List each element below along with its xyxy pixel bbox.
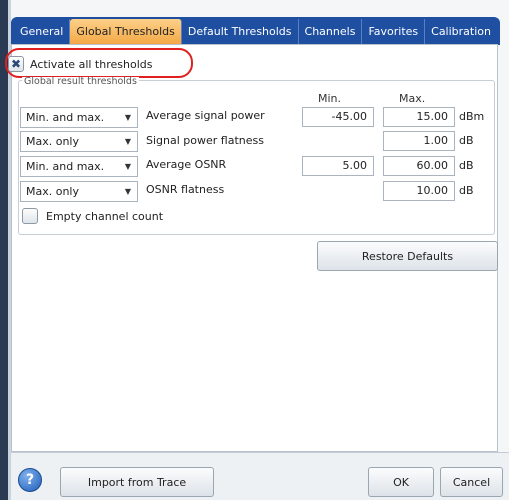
- unit-average-osnr: dB: [459, 159, 474, 172]
- unit-signal-power-flatness: dB: [459, 134, 474, 147]
- activate-all-row[interactable]: ✖ Activate all thresholds: [8, 55, 152, 73]
- ok-button[interactable]: OK: [368, 467, 434, 497]
- empty-channel-count-label: Empty channel count: [46, 209, 164, 223]
- mode-select-average-signal-power[interactable]: Min. and max. ▼: [20, 107, 138, 128]
- min-input-average-osnr[interactable]: 5.00: [302, 156, 374, 176]
- mode-select-signal-power-flatness[interactable]: Max. only ▼: [20, 131, 138, 152]
- import-from-trace-button[interactable]: Import from Trace: [60, 467, 214, 497]
- unit-osnr-flatness: dB: [459, 184, 474, 197]
- column-header-min: Min.: [318, 92, 342, 105]
- cancel-button[interactable]: Cancel: [440, 467, 503, 497]
- chevron-down-icon: ▼: [124, 137, 131, 146]
- tab-channels[interactable]: Channels: [299, 19, 363, 45]
- mode-select-osnr-flatness[interactable]: Max. only ▼: [20, 181, 138, 202]
- max-input-osnr-flatness[interactable]: 10.00: [383, 181, 455, 201]
- tab-calibration[interactable]: Calibration: [425, 19, 497, 45]
- chevron-down-icon: ▼: [124, 162, 131, 171]
- group-title: Global result thresholds: [22, 76, 139, 87]
- tab-bar: General Global Thresholds Default Thresh…: [11, 17, 500, 45]
- tab-general[interactable]: General: [14, 19, 71, 45]
- window-frame-left: [0, 0, 8, 500]
- row-label-average-osnr: Average OSNR: [146, 158, 227, 171]
- max-input-signal-power-flatness[interactable]: 1.00: [383, 131, 455, 151]
- chevron-down-icon: ▼: [124, 187, 131, 196]
- tab-favorites[interactable]: Favorites: [362, 19, 426, 45]
- unit-average-signal-power: dBm: [459, 110, 485, 123]
- restore-defaults-button[interactable]: Restore Defaults: [317, 241, 498, 271]
- empty-channel-count-checkbox[interactable]: [22, 208, 38, 224]
- checkmark-x-icon: ✖: [10, 57, 22, 71]
- tab-global-thresholds[interactable]: Global Thresholds: [70, 19, 182, 45]
- empty-channel-count-row[interactable]: Empty channel count: [22, 208, 163, 224]
- activate-all-label: Activate all thresholds: [30, 57, 153, 71]
- help-icon[interactable]: ?: [18, 468, 42, 492]
- activate-all-checkbox[interactable]: ✖: [8, 56, 24, 72]
- max-input-average-signal-power[interactable]: 15.00: [383, 107, 455, 127]
- tab-default-thresholds[interactable]: Default Thresholds: [182, 19, 299, 45]
- row-label-average-signal-power: Average signal power: [146, 109, 265, 122]
- row-label-osnr-flatness: OSNR flatness: [146, 183, 225, 196]
- row-label-signal-power-flatness: Signal power flatness: [146, 134, 264, 147]
- mode-select-average-osnr[interactable]: Min. and max. ▼: [20, 156, 138, 177]
- column-header-max: Max.: [399, 92, 426, 105]
- max-input-average-osnr[interactable]: 60.00: [383, 156, 455, 176]
- chevron-down-icon: ▼: [124, 113, 131, 122]
- min-input-average-signal-power[interactable]: -45.00: [302, 107, 374, 127]
